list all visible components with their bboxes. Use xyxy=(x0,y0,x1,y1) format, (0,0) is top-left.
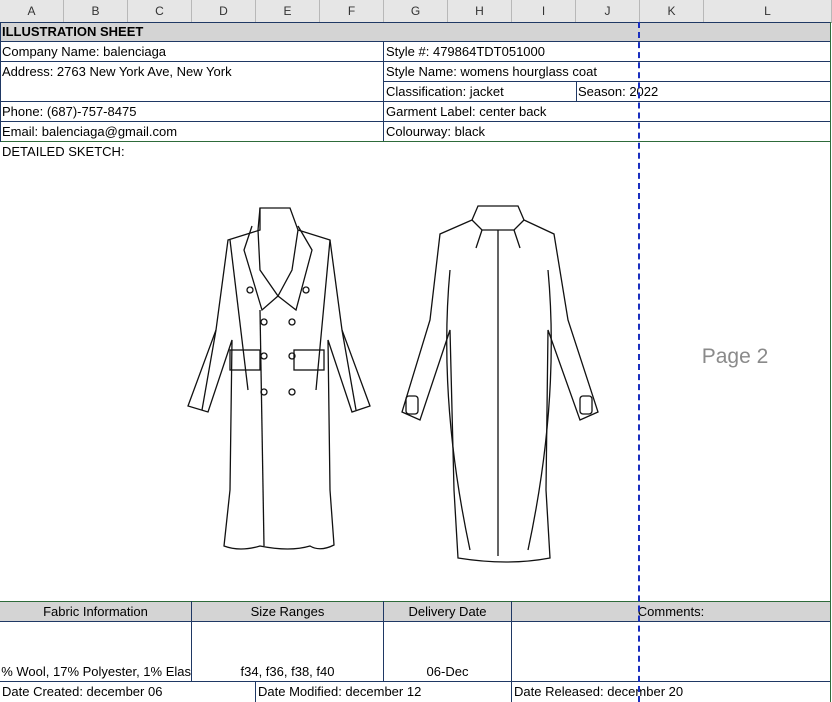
comments-value[interactable] xyxy=(512,622,830,682)
garment-label-cell[interactable]: Garment Label: center back xyxy=(384,102,638,122)
size-ranges-header[interactable]: Size Ranges xyxy=(192,602,383,622)
gridline xyxy=(0,141,830,142)
fabric-information-text: % Wool, 17% Polyester, 1% Elas xyxy=(1,664,191,679)
email-cell[interactable]: Email: balenciaga@gmail.com xyxy=(0,122,383,142)
column-header-j[interactable]: J xyxy=(576,0,640,22)
date-released-cell[interactable]: Date Released: december 20 xyxy=(512,682,830,702)
column-header-l[interactable]: L xyxy=(704,0,832,22)
gridline xyxy=(383,601,384,682)
fabric-information-header[interactable]: Fabric Information xyxy=(0,602,191,622)
gridline xyxy=(383,41,384,141)
phone-cell[interactable]: Phone: (687)-757-8475 xyxy=(0,102,383,122)
gridline xyxy=(0,22,1,142)
company-name-cell[interactable]: Company Name: balenciaga xyxy=(0,42,383,62)
address-cell[interactable]: Address: 2763 New York Ave, New York xyxy=(0,62,383,82)
column-header-d[interactable]: D xyxy=(192,0,256,22)
page-break-line xyxy=(638,22,640,702)
detailed-sketch-label[interactable]: DETAILED SKETCH: xyxy=(0,142,300,162)
column-header-c[interactable]: C xyxy=(128,0,192,22)
date-created-cell[interactable]: Date Created: december 06 xyxy=(0,682,255,702)
classification-cell[interactable]: Classification: jacket xyxy=(384,82,576,102)
style-number-cell[interactable]: Style #: 479864TDT051000 xyxy=(384,42,638,62)
coat-back-sketch[interactable] xyxy=(398,200,608,570)
season-cell[interactable]: Season: 2022 xyxy=(576,82,696,102)
column-header-h[interactable]: H xyxy=(448,0,512,22)
column-header-e[interactable]: E xyxy=(256,0,320,22)
column-header-f[interactable]: F xyxy=(320,0,384,22)
column-header-g[interactable]: G xyxy=(384,0,448,22)
fabric-information-value[interactable]: % Wool, 17% Polyester, 1% Elas xyxy=(0,662,191,682)
coat-front-sketch[interactable] xyxy=(180,200,380,560)
gridline xyxy=(191,601,192,682)
gridline xyxy=(576,81,577,101)
delivery-date-value[interactable]: 06-Dec xyxy=(384,662,511,682)
gridline xyxy=(830,22,831,702)
gridline xyxy=(0,61,830,62)
gridline xyxy=(0,41,830,42)
gridline xyxy=(384,81,830,82)
size-ranges-value[interactable]: f34, f36, f38, f40 xyxy=(192,662,383,682)
column-header-k[interactable]: K xyxy=(640,0,704,22)
sheet-title[interactable]: ILLUSTRATION SHEET xyxy=(0,22,830,42)
date-modified-cell[interactable]: Date Modified: december 12 xyxy=(256,682,511,702)
page-number-watermark: Page 2 xyxy=(701,345,769,368)
comments-header[interactable]: Comments: xyxy=(512,602,830,622)
style-name-cell[interactable]: Style Name: womens hourglass coat xyxy=(384,62,638,82)
colourway-cell[interactable]: Colourway: black xyxy=(384,122,638,142)
gridline xyxy=(0,22,830,23)
delivery-date-header[interactable]: Delivery Date xyxy=(384,602,511,622)
column-header-bar: A B C D E F G H I J K L xyxy=(0,0,832,23)
gridline xyxy=(0,101,830,102)
gridline xyxy=(0,121,830,122)
column-header-b[interactable]: B xyxy=(64,0,128,22)
column-header-a[interactable]: A xyxy=(0,0,64,22)
column-header-i[interactable]: I xyxy=(512,0,576,22)
